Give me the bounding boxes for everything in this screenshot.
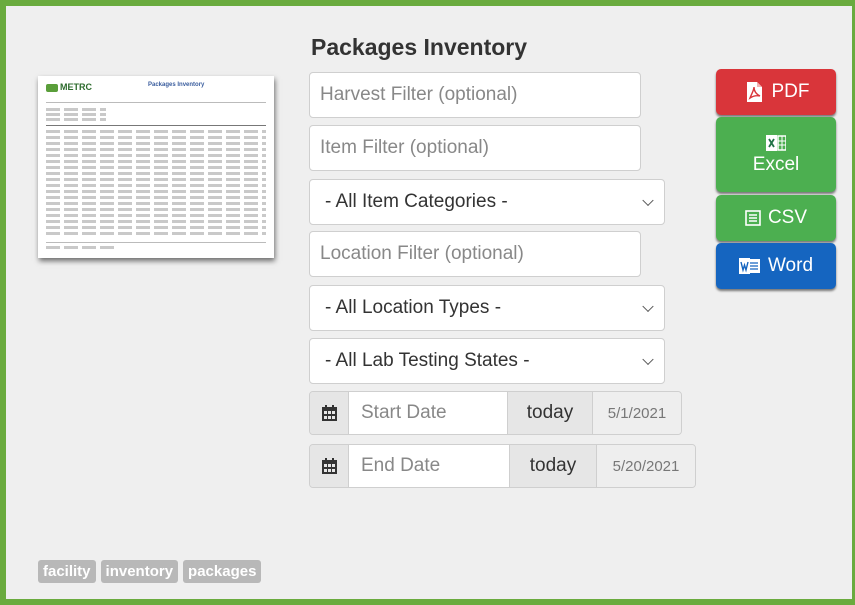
chevron-down-icon: [642, 300, 654, 313]
start-date-value: 5/1/2021: [592, 392, 681, 434]
start-date-group: Start Date today 5/1/2021: [309, 391, 682, 435]
csv-label: CSV: [767, 207, 808, 228]
word-label: Word: [767, 255, 814, 276]
location-filter-input[interactable]: Location Filter (optional): [309, 231, 641, 277]
word-icon: [738, 258, 760, 274]
item-filter-input[interactable]: Item Filter (optional): [309, 125, 641, 171]
csv-export-button[interactable]: CSV: [716, 195, 836, 241]
end-date-placeholder: End Date: [361, 455, 441, 476]
item-categories-value: - All Item Categories -: [325, 191, 508, 212]
pdf-icon: [746, 82, 762, 102]
start-today-button[interactable]: today: [507, 392, 592, 434]
pdf-export-button[interactable]: PDF: [716, 69, 836, 115]
lab-testing-states-select[interactable]: - All Lab Testing States -: [309, 338, 665, 384]
report-preview-thumbnail[interactable]: METRC Packages Inventory: [38, 76, 274, 258]
calendar-button[interactable]: [310, 445, 349, 487]
excel-label: Excel: [752, 153, 800, 175]
calendar-icon: [321, 405, 337, 421]
csv-icon: [745, 210, 761, 226]
harvest-filter-placeholder: Harvest Filter (optional): [320, 84, 518, 105]
thumbnail-title: Packages Inventory: [148, 82, 205, 88]
tag-packages[interactable]: packages: [183, 560, 262, 583]
location-types-select[interactable]: - All Location Types -: [309, 285, 665, 331]
item-categories-select[interactable]: - All Item Categories -: [309, 179, 665, 225]
chevron-down-icon: [642, 194, 654, 207]
end-today-button[interactable]: today: [509, 445, 596, 487]
metrc-logo-text: METRC: [60, 82, 92, 92]
harvest-filter-input[interactable]: Harvest Filter (optional): [309, 72, 641, 118]
start-date-input[interactable]: Start Date: [349, 392, 507, 434]
tag-inventory[interactable]: inventory: [100, 560, 179, 583]
word-export-button[interactable]: Word: [716, 243, 836, 289]
metrc-logo: METRC: [46, 82, 92, 92]
calendar-icon: [321, 458, 337, 474]
pdf-label: PDF: [771, 81, 810, 102]
location-filter-placeholder: Location Filter (optional): [320, 243, 524, 264]
page-title: Packages Inventory: [311, 34, 528, 60]
excel-icon: [766, 134, 786, 151]
chevron-down-icon: [642, 353, 654, 366]
lab-testing-states-value: - All Lab Testing States -: [325, 350, 530, 371]
tag-list: facility inventory packages: [38, 560, 262, 583]
end-date-value: 5/20/2021: [596, 445, 695, 487]
calendar-button[interactable]: [310, 392, 349, 434]
end-date-group: End Date today 5/20/2021: [309, 444, 696, 488]
tag-facility[interactable]: facility: [38, 560, 96, 583]
excel-export-button[interactable]: Excel: [716, 117, 836, 192]
location-types-value: - All Location Types -: [325, 297, 502, 318]
end-date-input[interactable]: End Date: [349, 445, 509, 487]
report-panel: Packages Inventory METRC Packages Invent…: [0, 0, 855, 605]
item-filter-placeholder: Item Filter (optional): [320, 137, 489, 158]
start-date-placeholder: Start Date: [361, 402, 447, 423]
